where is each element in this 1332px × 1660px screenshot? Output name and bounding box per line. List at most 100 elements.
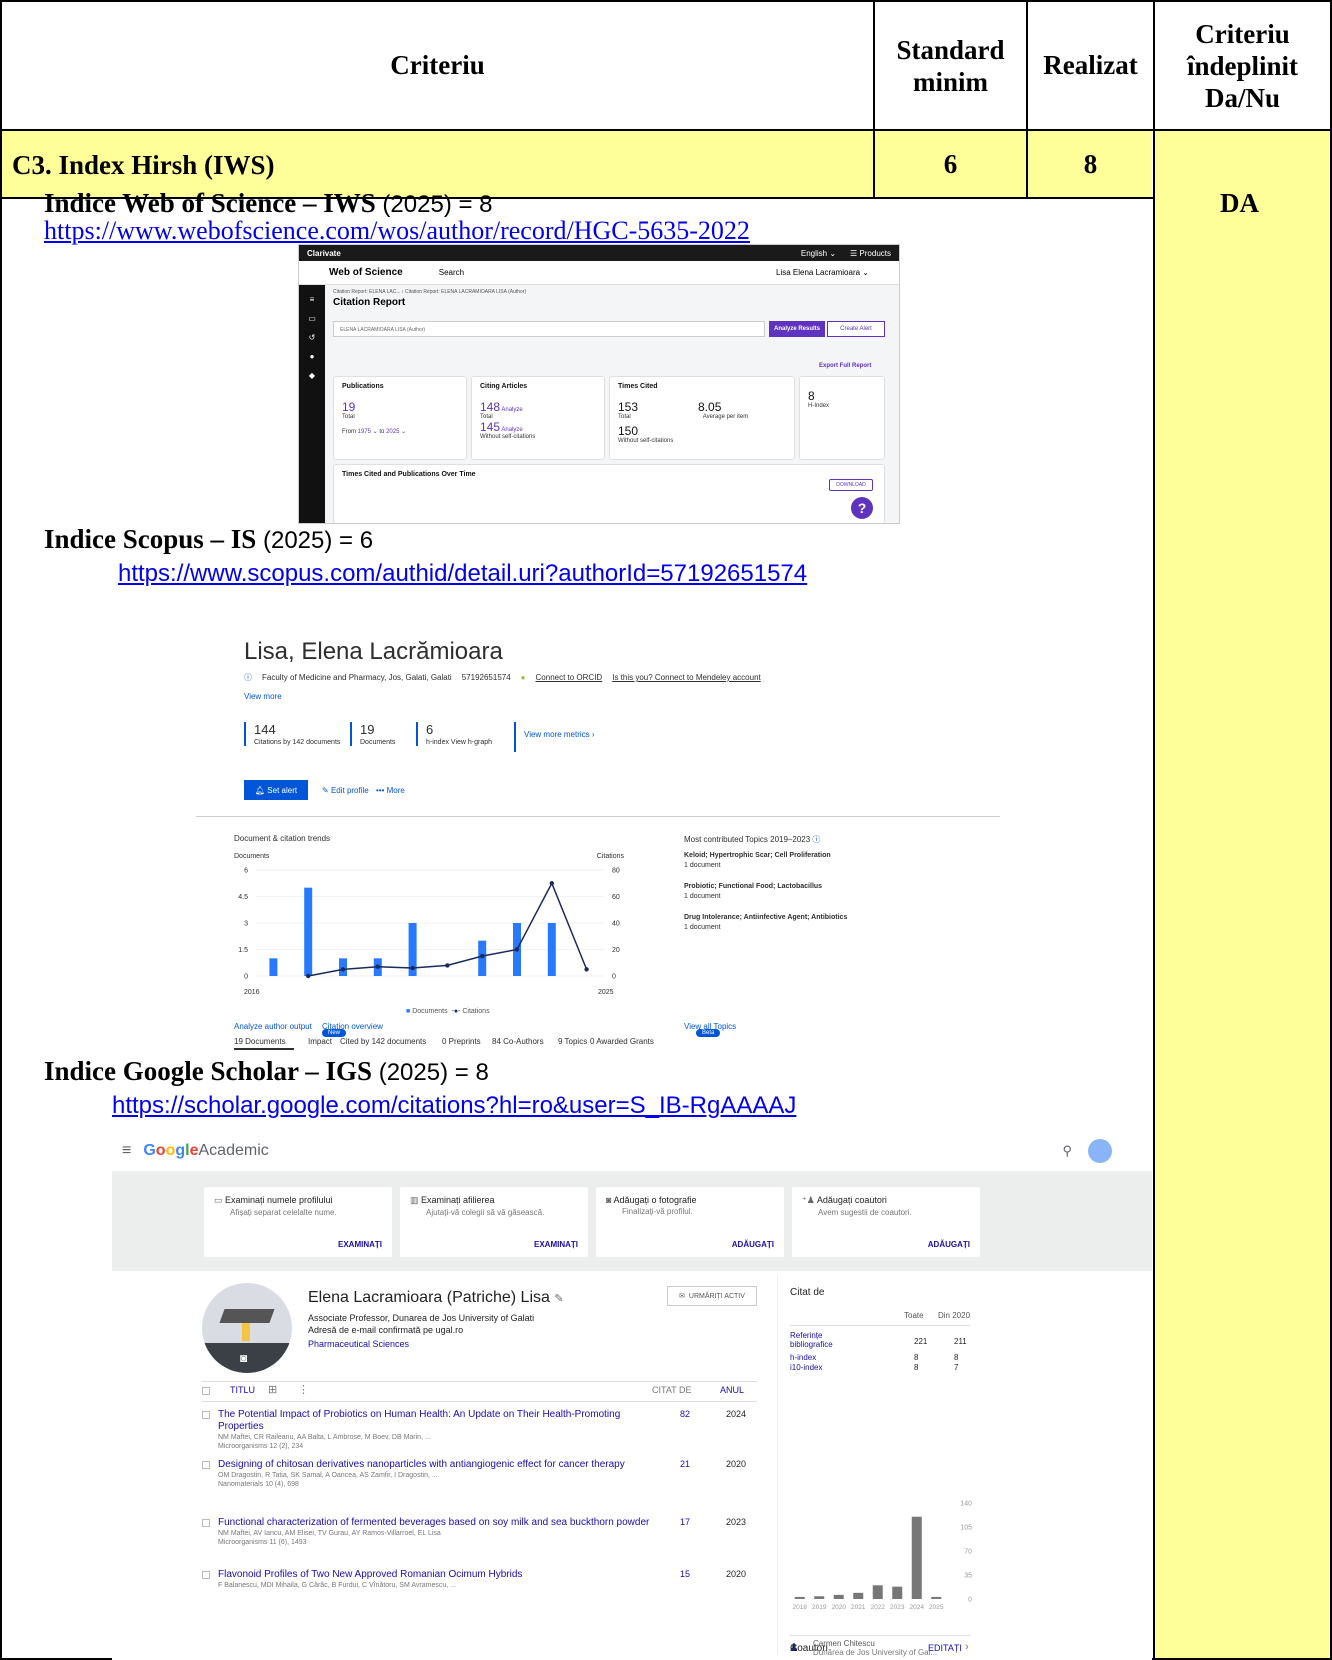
gs-x-tick: 2018 <box>793 1604 808 1611</box>
gs-article-authors: NM Maftei, CR Raileanu, AA Balta, L Ambr… <box>218 1434 431 1441</box>
scopus-heading-label: Indice Scopus – IS <box>44 524 257 554</box>
wos-sidebar: ≡ ▭ ↺ ● ◆ <box>299 285 325 523</box>
chart-x-start: 2016 <box>244 989 260 994</box>
wos-page-title: Citation Report <box>333 297 406 308</box>
gs-article-checkbox[interactable] <box>202 1461 210 1469</box>
documents-bar <box>304 887 313 976</box>
suggestion-action-button[interactable]: ADĂUGAȚI <box>928 1240 970 1249</box>
coauthor-avatar: ♟ <box>789 1642 799 1654</box>
gs-stat-label[interactable]: Referințe bibliografice <box>790 1331 860 1349</box>
suggestion-action-button[interactable]: EXAMINAȚI <box>534 1240 578 1249</box>
gs-article-checkbox[interactable] <box>202 1519 210 1527</box>
avatar[interactable] <box>1088 1139 1112 1163</box>
gs-stat-row: i10-index 8 7 <box>790 1363 970 1373</box>
user-icon[interactable]: ● <box>299 352 325 361</box>
scopus-more-metrics[interactable]: View more metrics › <box>514 722 595 752</box>
documents-bar <box>269 958 278 976</box>
wos-analyze-button[interactable]: Analyze Results <box>769 321 825 337</box>
wos-download-button[interactable]: DOWNLOAD <box>829 479 873 491</box>
scopus-heading-value: (2025) = 6 <box>256 527 374 554</box>
scopus-orcid-link[interactable]: Connect to ORCID <box>536 673 603 682</box>
wos-search-link[interactable]: Search <box>439 268 464 277</box>
topic-name[interactable]: Keloid; Hypertrophic Scar; Cell Prolifer… <box>684 852 984 859</box>
citations-point <box>584 967 589 972</box>
hamburger-icon[interactable]: ≡ <box>122 1142 131 1160</box>
gs-article-title[interactable]: Flavonoid Profiles of Two New Approved R… <box>218 1569 658 1581</box>
gs-article-title[interactable]: The Potential Impact of Probiotics on Hu… <box>218 1409 658 1433</box>
scopus-tab[interactable]: Cited by 142 documents <box>340 1037 426 1046</box>
scopus-link[interactable]: https://www.scopus.com/authid/detail.uri… <box>118 560 807 588</box>
gs-article-cited[interactable]: 17 <box>680 1517 690 1527</box>
suggestion-card: ⁺♟ Adăugați coautori Avem sugestii de coa… <box>792 1187 980 1257</box>
bell-icon[interactable]: ◆ <box>299 371 325 380</box>
scopus-tab[interactable]: 0 Preprints <box>442 1037 481 1046</box>
gs-article-checkbox[interactable] <box>202 1571 210 1579</box>
gs-article-row: Flavonoid Profiles of Two New Approved R… <box>202 1569 757 1590</box>
wos-breadcrumb[interactable]: Citation Report: ELENA LAC... › Citation… <box>333 289 526 295</box>
wos-export-link[interactable]: Export Full Report <box>819 363 871 369</box>
wos-alert-button[interactable]: Create Alert <box>827 321 885 337</box>
gs-suggestion-banner: ▭ Examinați numele profilului Afișați sep… <box>112 1171 1152 1271</box>
wos-link[interactable]: https://www.webofscience.com/wos/author/… <box>44 216 750 246</box>
add-icon[interactable]: ⊞ <box>268 1383 277 1396</box>
documents-bar <box>339 958 347 976</box>
gs-col-checkbox[interactable] <box>202 1387 210 1395</box>
chevron-right-icon[interactable]: › <box>965 1641 969 1653</box>
wos-lang[interactable]: English ⌄ <box>801 249 836 258</box>
search-icon[interactable]: ⚲ <box>1062 1143 1072 1159</box>
suggestion-action-button[interactable]: EXAMINAȚI <box>338 1240 382 1249</box>
menu-icon[interactable]: ≡ <box>299 295 325 304</box>
gs-x-tick: 2020 <box>832 1604 847 1611</box>
scopus-tab[interactable]: 84 Co-Authors <box>492 1037 544 1046</box>
scopus-mendeley-link[interactable]: Is this you? Connect to Mendeley account <box>612 673 761 682</box>
gs-x-tick: 2021 <box>851 1604 866 1611</box>
folder-icon[interactable]: ▭ <box>299 314 325 323</box>
wos-card-publications: Publications 19 Total From 1975 ⌄ to 202… <box>333 376 467 460</box>
gs-article-title[interactable]: Functional characterization of fermented… <box>218 1517 658 1529</box>
scopus-analyze-output[interactable]: Analyze author output <box>234 1022 312 1031</box>
gs-article-cited[interactable]: 21 <box>680 1459 690 1469</box>
topic-count: 1 document <box>684 893 721 900</box>
gs-stat-all: 8 <box>914 1353 919 1362</box>
gs-profile-photo[interactable]: ◙ <box>202 1283 292 1373</box>
scopus-view-more[interactable]: View more <box>244 692 282 701</box>
help-icon[interactable]: ? <box>851 497 873 519</box>
scopus-tab[interactable]: 9 Topics <box>558 1037 587 1046</box>
gs-article-title[interactable]: Designing of chitosan derivatives nanopa… <box>218 1459 658 1471</box>
gs-article-year: 2020 <box>726 1459 747 1469</box>
kebab-icon[interactable]: ⋮ <box>298 1383 309 1396</box>
gs-col-title[interactable]: TITLU <box>230 1385 255 1395</box>
suggestion-subtitle: Avem sugestii de coautori. <box>818 1208 912 1217</box>
gs-col-cited[interactable]: CITAT DE <box>652 1385 692 1395</box>
gs-stat-label[interactable]: h-index <box>790 1353 860 1362</box>
camera-icon: ◙ <box>240 1351 248 1365</box>
gs-follow-button[interactable]: ✉ URMĂRIȚI ACTIV <box>667 1286 757 1306</box>
edit-icon[interactable]: ✎ <box>554 1293 563 1305</box>
gs-article-authors: F Balanescu, MDI Mihaila, G Cârâc, B Fur… <box>218 1582 456 1589</box>
suggestion-action-button[interactable]: ADĂUGAȚI <box>732 1240 774 1249</box>
gs-article-checkbox[interactable] <box>202 1411 210 1419</box>
scopus-more-button[interactable]: ••• More <box>376 786 405 795</box>
topic-name[interactable]: Drug Intolerance; Antiinfective Agent; A… <box>684 914 984 921</box>
gs-link[interactable]: https://scholar.google.com/citations?hl=… <box>112 1092 796 1120</box>
topic-name[interactable]: Probiotic; Functional Food; Lactobacillu… <box>684 883 984 890</box>
wos-products[interactable]: ☰ Products <box>850 249 891 258</box>
citations-point <box>549 881 554 886</box>
add-person-icon: ⁺♟ <box>802 1195 817 1205</box>
gs-interest[interactable]: Pharmaceutical Sciences <box>308 1339 409 1349</box>
wos-query-field[interactable]: ELENA LACRAMIOARA LISA (Author) <box>333 321 765 337</box>
gs-stat-label[interactable]: i10-index <box>790 1363 860 1372</box>
history-icon[interactable]: ↺ <box>299 333 325 342</box>
scopus-tab[interactable]: Impact <box>308 1037 332 1046</box>
scopus-tab[interactable]: 0 Awarded Grants <box>590 1037 654 1046</box>
wos-user-menu[interactable]: Lisa Elena Lacramioara ⌄ <box>776 268 869 277</box>
gs-coauthor-row[interactable]: ♟ Carmen Chitescu Dunărea de Jos Univers… <box>789 1639 979 1659</box>
gs-citation-bar <box>911 1516 922 1599</box>
scopus-set-alert-button[interactable]: 🔔︎ Set alert <box>244 780 308 800</box>
scopus-edit-profile[interactable]: ✎ Edit profile <box>322 786 369 795</box>
scopus-tab[interactable]: 19 Documents <box>234 1037 286 1046</box>
gs-article-cited[interactable]: 15 <box>680 1569 690 1579</box>
id-card-icon: ▭ <box>214 1195 226 1205</box>
gs-article-cited[interactable]: 82 <box>680 1409 690 1419</box>
gs-col-year[interactable]: ANUL <box>720 1385 744 1395</box>
